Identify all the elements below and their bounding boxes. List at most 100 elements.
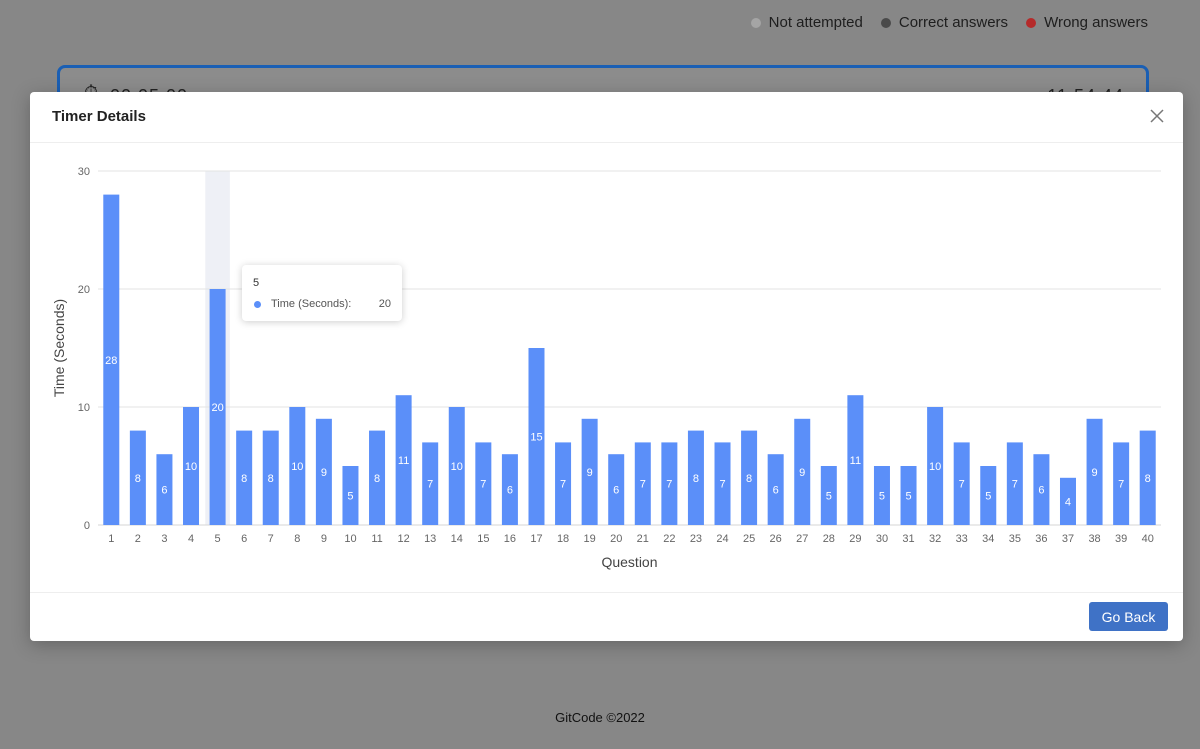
bar-value-label: 6 [1038,485,1044,497]
bar-value-label: 8 [374,473,380,485]
x-tick-label: 1 [108,533,114,545]
x-tick-label: 28 [823,533,835,545]
x-tick-label: 38 [1088,533,1100,545]
x-tick-label: 5 [215,533,221,545]
y-tick-label: 0 [84,520,90,532]
legend-label: Wrong answers [1044,14,1148,31]
x-tick-label: 4 [188,533,194,545]
bar-value-label: 8 [268,473,274,485]
x-tick-label: 21 [637,533,649,545]
timer-bar-chart: 0102030281826310420586871089951081111127… [51,166,1161,570]
x-tick-label: 12 [397,533,409,545]
x-tick-label: 10 [344,533,356,545]
tooltip-series-dot-icon [254,301,261,308]
not-attempted-dot-icon [750,17,761,28]
x-tick-label: 16 [504,533,516,545]
x-tick-label: 23 [690,533,702,545]
y-tick-label: 10 [78,402,90,414]
modal-footer: Go Back [30,592,1183,641]
x-tick-label: 14 [451,533,463,545]
x-tick-label: 29 [849,533,861,545]
bar-value-label: 7 [1118,479,1124,491]
bar-value-label: 9 [1092,467,1098,479]
bar-value-label: 8 [241,473,247,485]
correct-dot-icon [880,17,891,28]
bar-value-label: 7 [560,479,566,491]
legend-wrong-answers: Wrong answers [1026,14,1148,31]
y-tick-label: 20 [78,284,90,296]
x-tick-label: 30 [876,533,888,545]
y-axis-title: Time (Seconds) [51,299,67,397]
timer-details-modal: Timer Details 0 10 20 30 28 1 8 2 6 3 10 4 20 5 8 6 8 7 10… [30,92,1183,641]
x-tick-label: 24 [716,533,728,545]
x-tick-label: 27 [796,533,808,545]
tooltip-value: 20 [378,298,391,310]
x-tick-label: 17 [530,533,542,545]
x-tick-label: 11 [371,533,382,545]
x-tick-label: 31 [902,533,914,545]
bar-value-label: 7 [959,479,965,491]
page-footer: GitCode ©2022 [555,710,645,725]
chart-tooltip: 5 Time (Seconds): 20 [242,265,402,321]
x-tick-label: 34 [982,533,994,545]
x-axis-title: Question [601,554,657,570]
x-tick-label: 40 [1142,533,1154,545]
x-tick-label: 32 [929,533,941,545]
bar-value-label: 6 [507,485,513,497]
wrong-dot-icon [1026,17,1037,28]
x-tick-label: 25 [743,533,755,545]
bar-value-label: 9 [321,467,327,479]
bar-value-label: 10 [291,461,303,473]
legend-not-attempted: Not attempted [750,14,863,31]
bar-value-label: 15 [530,432,542,444]
bar-value-label: 7 [427,479,433,491]
x-tick-label: 3 [161,533,167,545]
bar-value-label: 8 [746,473,752,485]
bar-value-label: 11 [850,455,861,467]
bar-value-label: 6 [613,485,619,497]
x-tick-label: 8 [294,533,300,545]
bar-value-label: 8 [693,473,699,485]
bar-value-label: 8 [135,473,141,485]
bar-value-label: 20 [211,402,223,414]
x-tick-label: 22 [663,533,675,545]
bar-value-label: 7 [480,479,486,491]
x-tick-label: 9 [321,533,327,545]
bar-value-label: 8 [1145,473,1151,485]
bar-value-label: 5 [347,491,353,503]
bar-value-label: 7 [719,479,725,491]
bar-value-label: 4 [1065,496,1071,508]
tooltip-title: 5 [253,277,260,289]
bar-value-label: 5 [985,491,991,503]
legend-label: Not attempted [768,14,863,31]
x-tick-label: 7 [268,533,274,545]
answer-legend: Not attempted Correct answers Wrong answ… [750,14,1148,31]
x-tick-label: 36 [1035,533,1047,545]
bar-value-label: 10 [929,461,941,473]
x-tick-label: 2 [135,533,141,545]
bar-value-label: 9 [799,467,805,479]
go-back-button[interactable]: Go Back [1089,602,1168,631]
x-tick-label: 26 [770,533,782,545]
x-tick-label: 18 [557,533,569,545]
bar-value-label: 7 [640,479,646,491]
bar-value-label: 28 [105,355,117,367]
bar-value-label: 5 [905,491,911,503]
legend-correct-answers: Correct answers [880,14,1009,31]
x-tick-label: 33 [956,533,968,545]
x-tick-label: 19 [584,533,596,545]
bar-value-label: 6 [161,485,167,497]
x-tick-label: 13 [424,533,436,545]
bar-value-label: 7 [666,479,672,491]
bar-value-label: 9 [587,467,593,479]
bar-value-label: 6 [773,485,779,497]
x-tick-label: 20 [610,533,622,545]
x-tick-label: 37 [1062,533,1074,545]
x-tick-label: 6 [241,533,247,545]
y-tick-label: 30 [78,166,90,178]
bar-value-label: 10 [451,461,463,473]
bar-value-label: 7 [1012,479,1018,491]
x-tick-label: 15 [477,533,489,545]
legend-label: Correct answers [898,14,1009,31]
bar-value-label: 10 [185,461,197,473]
